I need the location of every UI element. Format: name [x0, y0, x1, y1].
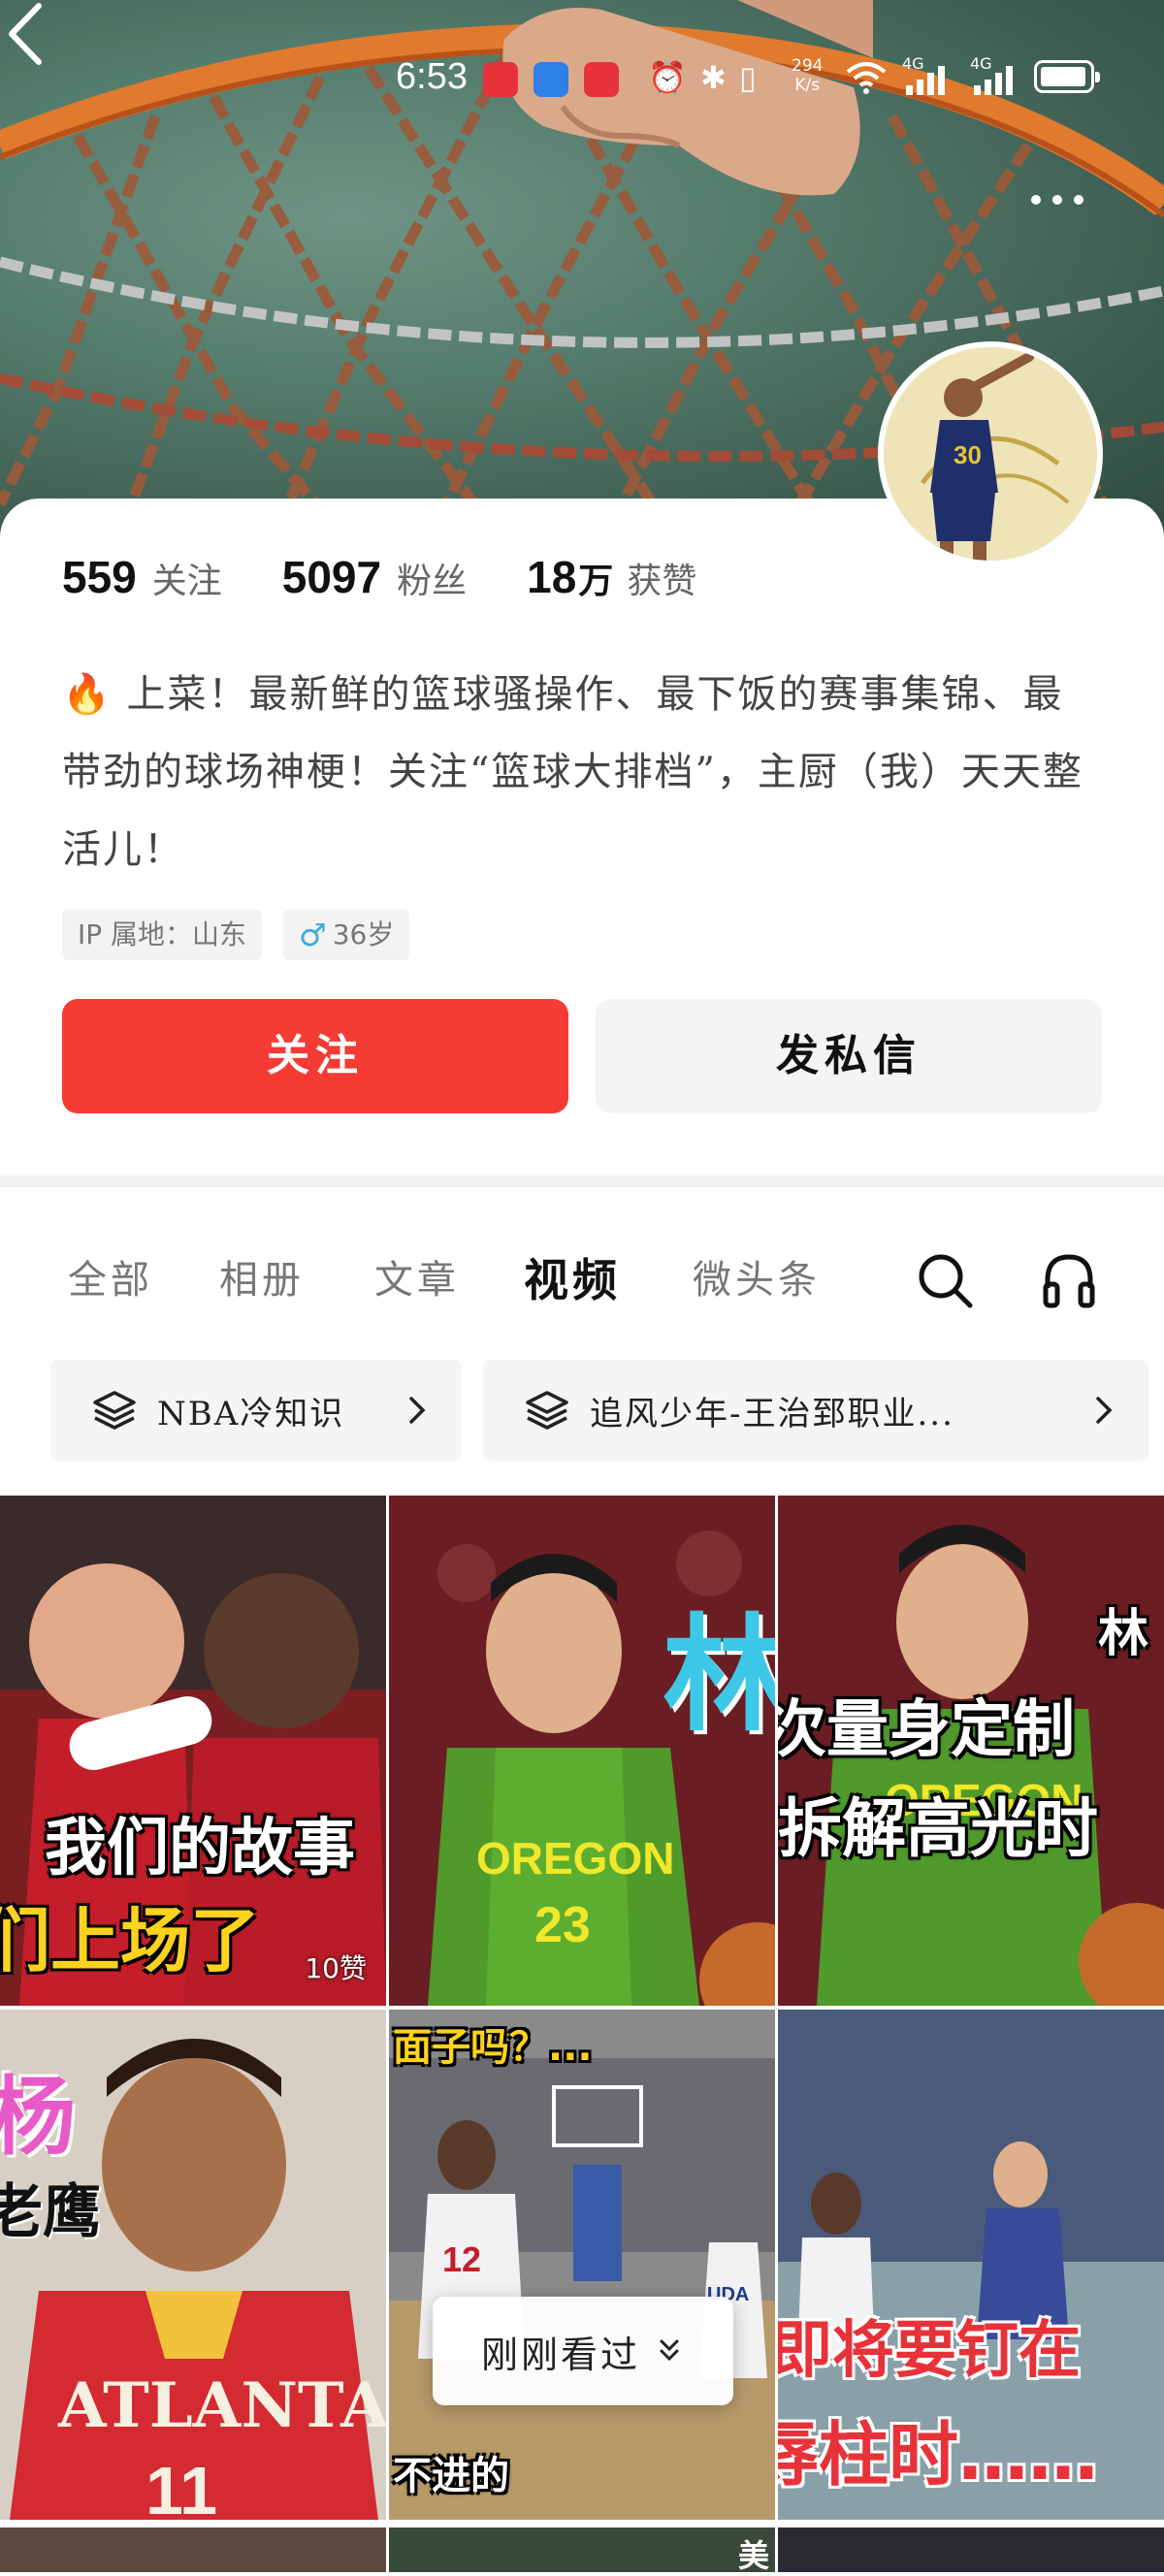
notification-app-icon: [483, 62, 518, 97]
status-bar: 6:53 ⏰ ✱ ▯ 294 K/s 4G 4G: [0, 54, 1164, 103]
vibrate-icon: ▯: [739, 59, 757, 96]
alarm-icon: ⏰: [648, 59, 687, 96]
svg-text:30: 30: [954, 440, 982, 469]
video-thumbnail[interactable]: ATLANTA 11 杨 老鹰: [0, 2010, 386, 2520]
male-icon: ♂: [299, 917, 327, 953]
video-grid-next-row: 美: [0, 2528, 1164, 2574]
search-icon[interactable]: [914, 1249, 976, 1311]
video-thumbnail[interactable]: 12 UDA 面子吗？... 不进的: [389, 2010, 775, 2520]
stat-unit: 万: [578, 562, 614, 601]
jersey-text: ATLANTA: [57, 2369, 386, 2442]
content-tabs: 全部 相册 文章 视频 微头条: [0, 1241, 1164, 1319]
video-caption: 即将要钉在: [778, 2315, 1081, 2387]
stat-following[interactable]: 559 关注: [62, 551, 222, 603]
news-app-icon: [584, 62, 619, 97]
video-caption: 不进的: [393, 2454, 509, 2498]
tab-album[interactable]: 相册: [219, 1241, 305, 1319]
fire-icon: 🔥: [62, 672, 113, 717]
video-caption: 辱柱时……: [778, 2414, 1099, 2496]
follow-button[interactable]: 关注: [62, 999, 568, 1113]
weather-app-icon: [534, 62, 568, 97]
stat-label: 粉丝: [397, 562, 468, 601]
age-text: 36岁: [332, 918, 395, 950]
back-arrow-icon[interactable]: [0, 0, 58, 68]
battery-icon: [1034, 60, 1100, 93]
video-thumbnail-partial[interactable]: [778, 2528, 1164, 2572]
wifi-icon: [846, 62, 887, 94]
tab-micro-posts[interactable]: 微头条: [693, 1241, 821, 1319]
jersey-number: 11: [146, 2453, 217, 2520]
stat-followers[interactable]: 5097 粉丝: [282, 551, 467, 603]
video-caption: 林: [663, 1601, 775, 1749]
ip-location-tag: IP 属地：山东: [62, 910, 263, 960]
video-caption: 们上场了: [0, 1900, 261, 1981]
more-options-icon[interactable]: [1026, 190, 1094, 209]
video-caption: 美: [737, 2537, 769, 2574]
video-caption: 杨: [0, 2067, 77, 2167]
video-grid: 我们的故事 们上场了 10赞 OREGON 23 林 OREGON 林 次量身定…: [0, 1496, 1164, 2572]
tab-articles[interactable]: 文章: [374, 1241, 460, 1319]
video-thumbnail[interactable]: 我们的故事 们上场了 10赞: [0, 1496, 386, 2006]
layers-icon: [93, 1391, 136, 1430]
stat-number: 559: [62, 552, 137, 602]
layers-icon: [526, 1391, 568, 1430]
video-caption: 拆解高光时: [778, 1791, 1098, 1866]
message-button[interactable]: 发私信: [596, 999, 1102, 1113]
section-divider: [0, 1175, 1164, 1187]
status-time: 6:53: [396, 56, 468, 97]
profile-bio: 🔥 上菜！最新鲜的篮球骚操作、最下饭的赛事集锦、最带劲的球场神梗！关注“篮球大排…: [62, 656, 1090, 888]
stat-label: 关注: [151, 562, 222, 601]
profile-stats: 559 关注 5097 粉丝 18 万 获赞: [62, 551, 757, 619]
bio-text: 上菜！最新鲜的篮球骚操作、最下饭的赛事集锦、最带劲的球场神梗！关注“篮球大排档”…: [62, 672, 1083, 872]
tab-videos[interactable]: 视频: [524, 1241, 621, 1319]
collections-row: NBA冷知识 追风少年-王治郅职业...: [50, 1360, 1148, 1461]
svg-text:23: 23: [534, 1897, 591, 1953]
collection-card[interactable]: 追风少年-王治郅职业...: [483, 1360, 1148, 1461]
video-thumbnail[interactable]: 即将要钉在 辱柱时……: [778, 2010, 1164, 2520]
recently-viewed-button[interactable]: 刚刚看过: [433, 2297, 733, 2405]
signal-bars-2-icon: [974, 66, 1013, 95]
stat-number: 5097: [281, 552, 382, 602]
video-caption: 老鹰: [0, 2178, 101, 2246]
chevron-right-icon: [409, 1397, 426, 1424]
recently-viewed-label: 刚刚看过: [480, 2333, 640, 2376]
video-caption: 我们的故事: [45, 1813, 355, 1884]
svg-text:12: 12: [442, 2239, 481, 2279]
video-like-count: 10赞: [305, 1952, 367, 1984]
collection-title: NBA冷知识: [157, 1394, 345, 1433]
collection-title: 追风少年-王治郅职业...: [590, 1394, 954, 1433]
age-tag: ♂ 36岁: [283, 910, 410, 960]
collection-card[interactable]: NBA冷知识: [50, 1360, 462, 1461]
video-thumbnail-partial[interactable]: [0, 2528, 386, 2572]
avatar-player-illustration: 30: [884, 347, 1097, 561]
signal-bars-1-icon: [906, 66, 945, 95]
video-thumbnail-partial[interactable]: 美: [389, 2528, 775, 2574]
video-caption: 面子吗？...: [393, 2025, 593, 2070]
video-caption: 次量身定制: [778, 1694, 1075, 1766]
svg-text:OREGON: OREGON: [476, 1833, 674, 1884]
stat-label: 获赞: [627, 562, 697, 601]
avatar[interactable]: 30: [878, 341, 1103, 566]
double-chevron-down-icon: [660, 2339, 679, 2362]
bluetooth-icon: ✱: [700, 59, 727, 96]
chevron-right-icon: [1096, 1397, 1113, 1424]
stat-likes[interactable]: 18 万 获赞: [527, 551, 696, 603]
video-thumbnail[interactable]: OREGON 23 林: [389, 1496, 775, 2006]
tab-all[interactable]: 全部: [68, 1241, 153, 1319]
video-caption: 林: [1098, 1605, 1149, 1663]
profile-tags: IP 属地：山东 ♂ 36岁: [62, 910, 410, 960]
video-thumbnail[interactable]: OREGON 林 次量身定制 拆解高光时: [778, 1496, 1164, 2006]
network-speed: 294 K/s: [792, 56, 824, 95]
headphones-icon[interactable]: [1038, 1249, 1100, 1311]
stat-number: 18: [527, 552, 577, 602]
